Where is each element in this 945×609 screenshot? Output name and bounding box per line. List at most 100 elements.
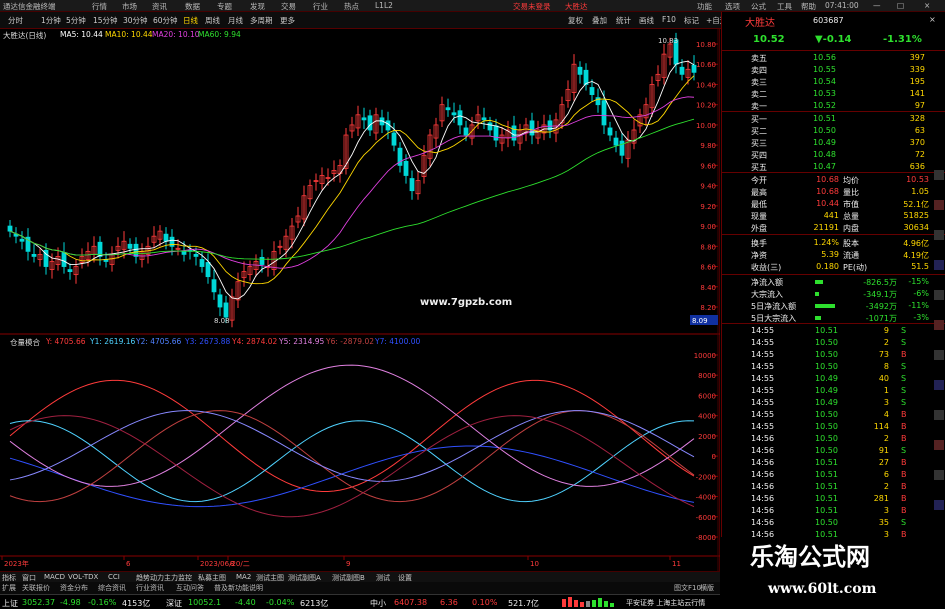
tick-row: 14:55 10.50 8 S [721,361,945,373]
tick-row: 14:56 10.51 6 B [721,469,945,481]
tool-button[interactable]: 画线 [639,15,654,26]
tool-button[interactable]: F10 [662,15,676,24]
info-tab[interactable]: 资金分布 [60,583,88,593]
info-tab[interactable]: 互动问答 [176,583,204,593]
price-tick-label: 9.40 [700,183,716,191]
candle-body [181,250,187,255]
indicator-line-0 [9,379,695,492]
info-tab[interactable]: 综合资讯 [98,583,126,593]
period-tab[interactable]: 分时 [8,15,23,26]
level-price: 10.54 [813,77,836,86]
chart-area[interactable]: 10.80 10.60 10.40 10.20 10.00 9.80 9.60 9.40 9.2… [0,29,720,571]
period-tab[interactable]: 更多 [280,15,295,26]
tool-button[interactable]: 叠加 [592,15,607,26]
tick-side: S [901,398,907,407]
candle-body [619,140,625,156]
period-tab-active[interactable]: 日线 [183,15,198,26]
tick-price: 10.49 [815,386,838,395]
stat-row: 换手 1.24% 股本 4.96亿 [721,237,945,249]
side-icon-strip[interactable] [933,170,945,530]
candle-body [163,233,169,242]
sell-level-row[interactable]: 卖三 10.54 195 [721,76,945,88]
stat-value: 10.53 [906,175,929,184]
stat-key: 净资 [751,251,767,260]
indicator-tab[interactable]: CCI [108,573,120,581]
info-tab[interactable]: 图文F10 [674,583,701,593]
tool-button[interactable]: 标记 [684,15,699,26]
info-tab[interactable]: 横版 [700,583,714,593]
period-tab[interactable]: 周线 [205,15,220,26]
period-tab[interactable]: 15分钟 [93,15,118,26]
panel-divider [721,323,945,324]
info-tab[interactable]: 普及新功能说明 [214,583,263,593]
tick-time: 14:55 [751,362,775,371]
indicator-tab[interactable]: MACD [44,573,65,581]
info-tab[interactable]: 扩展 [2,583,16,593]
menu-item[interactable]: 发现 [250,1,265,12]
candle-body [199,259,205,267]
sell-level-row[interactable]: 卖四 10.55 339 [721,64,945,76]
period-tab[interactable]: 60分钟 [153,15,178,26]
candle-body [19,238,25,242]
period-tab[interactable]: 月线 [228,15,243,26]
stat-value: 51825 [903,211,929,220]
tool-button[interactable]: 复权 [568,15,583,26]
level-volume: 195 [909,77,925,86]
menu-item[interactable]: 市场 [122,1,137,12]
menu-item[interactable]: 行情 [92,1,107,12]
flow-row: 5日净流入额 -3492万 -11% [721,300,945,312]
sell-level-row[interactable]: 卖五 10.56 397 [721,52,945,64]
menu-item[interactable]: 热点 [344,1,359,12]
tick-row: 14:56 10.50 35 S [721,517,945,529]
ind-tick-label: 10000 [694,352,716,360]
close-icon[interactable]: × [929,15,936,24]
buy-level-row[interactable]: 买三 10.49 370 [721,137,945,149]
flow-pct: -6% [913,289,929,298]
side-icon [934,290,944,300]
zx-change: 6.36 [440,598,458,607]
login-status[interactable]: 交易未登录 [513,1,551,12]
buy-level-row[interactable]: 买二 10.50 63 [721,125,945,137]
menu-item[interactable]: 交易 [281,1,296,12]
ma10-line [9,75,695,285]
candle-body [61,251,67,267]
info-tab[interactable]: 行业资讯 [136,583,164,593]
candle-body [31,253,37,257]
period-tab[interactable]: 1分钟 [41,15,61,26]
ma5-line [9,60,695,300]
menu-item[interactable]: 数据 [185,1,200,12]
sh-change: -4.98 [60,598,81,607]
flow-bar [815,292,819,296]
stat-value: 52.1亿 [903,200,929,209]
maximize-icon[interactable]: □ [897,1,904,10]
menu-item[interactable]: 专题 [217,1,232,12]
indicator-tab[interactable]: VOL-TDX [68,573,98,581]
close-icon[interactable]: × [924,1,930,10]
menu-item[interactable]: L1L2 [375,1,393,10]
tick-side: S [901,362,907,371]
menu-item[interactable]: 工具 [777,1,792,12]
candle-body [205,262,211,278]
minimize-icon[interactable]: — [873,1,881,10]
stat-value: 1.05 [911,187,929,196]
tick-volume: 3 [883,398,889,407]
tool-button[interactable]: 统计 [616,15,631,26]
menu-item[interactable]: 公式 [751,1,766,12]
info-tab[interactable]: 关联报价 [22,583,50,593]
indicator-tab[interactable]: MA2 [236,573,251,581]
menu-item[interactable]: 行业 [313,1,328,12]
date-label: 6 [126,560,131,568]
menu-item[interactable]: 帮助 [801,1,816,12]
period-tab[interactable]: 30分钟 [123,15,148,26]
period-tab[interactable]: 5分钟 [66,15,86,26]
buy-level-row[interactable]: 买四 10.48 72 [721,149,945,161]
menu-item[interactable]: 功能 [697,1,712,12]
period-tab[interactable]: 多周期 [250,15,273,26]
tick-row: 14:55 10.49 1 S [721,385,945,397]
menu-item[interactable]: 选项 [725,1,740,12]
buy-level-row[interactable]: 买一 10.51 328 [721,113,945,125]
sell-level-row[interactable]: 卖二 10.53 141 [721,88,945,100]
menu-item[interactable]: 资讯 [152,1,167,12]
stat-row: 最高 10.68 量比 1.05 [721,186,945,198]
flow-value: -349.1万 [863,290,897,299]
